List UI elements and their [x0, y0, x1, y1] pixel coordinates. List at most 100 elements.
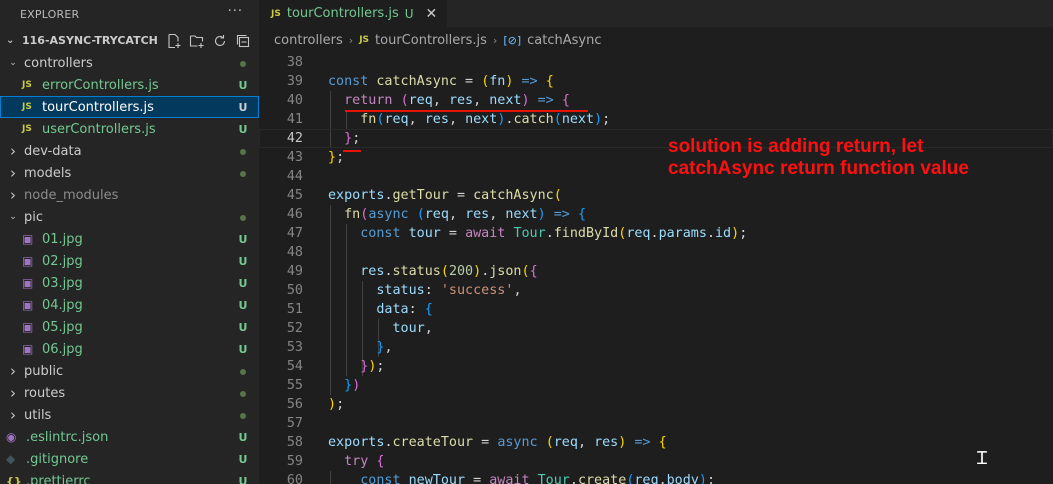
collapse-all-icon[interactable] [235, 33, 251, 49]
code-token: , [473, 93, 490, 108]
line-number: 57 [286, 416, 303, 431]
code-token: 200 [448, 264, 474, 279]
item-label: 01.jpg [42, 231, 83, 247]
code-line[interactable]: 50 status: 'success', [259, 281, 1053, 300]
code-token: fn [489, 74, 506, 89]
folder-item[interactable]: › routes [0, 382, 259, 404]
code-line[interactable]: 58 exports.createTour = async (req, res) … [259, 433, 1053, 452]
code-token: catchAsync [376, 74, 457, 89]
chevron-right-icon: › [492, 33, 498, 47]
code-token: tour [392, 321, 425, 336]
code-line[interactable]: 59 try { [259, 452, 1053, 471]
code-line[interactable]: 55 }) [259, 376, 1053, 395]
chevron-right-icon[interactable]: › [6, 384, 20, 402]
code-token: status [376, 283, 425, 298]
code-line[interactable]: 48 [259, 243, 1053, 262]
modified-dot-icon [233, 210, 253, 225]
folder-item[interactable]: ⌄ pic [0, 206, 259, 228]
code-token: . [658, 473, 667, 484]
code-line[interactable]: 60 const newTour = await Tour.create(req… [259, 471, 1053, 484]
item-label: dev-data [24, 143, 82, 159]
file-item[interactable]: ◆ .gitignore U [0, 448, 259, 470]
item-label: .gitignore [26, 451, 89, 467]
breadcrumb-symbol[interactable]: catchAsync [527, 33, 601, 48]
chevron-down-icon[interactable]: ⌄ [6, 212, 20, 222]
folder-item[interactable]: ⌄ controllers [0, 52, 259, 74]
folder-item[interactable]: › node_modules [0, 184, 259, 206]
code-token: = [457, 74, 482, 89]
chevron-right-icon[interactable]: › [6, 164, 20, 182]
chevron-right-icon[interactable]: › [6, 362, 20, 380]
code-token: const [360, 226, 401, 241]
chevron-right-icon[interactable]: › [6, 406, 20, 424]
code-line[interactable]: 38 [259, 53, 1053, 72]
file-item[interactable]: JS tourControllers.js U [0, 96, 259, 118]
file-item[interactable]: ▣ 06.jpg U [0, 338, 259, 360]
project-section-header[interactable]: ⌄ 116-ASYNC-TRYCATCH [0, 28, 259, 53]
code-line[interactable]: 54 }); [259, 357, 1053, 376]
new-folder-icon[interactable] [189, 33, 205, 49]
more-actions-icon[interactable]: ··· [228, 4, 243, 19]
code-line[interactable]: 40 return (req, res, next) => { [259, 91, 1053, 110]
breadcrumb-file[interactable]: tourControllers.js [375, 33, 487, 48]
code-editor[interactable]: 38 39 const catchAsync = (fn) => {40 retur… [259, 53, 1053, 484]
file-item[interactable]: ▣ 04.jpg U [0, 294, 259, 316]
code-token: ) [698, 473, 707, 484]
item-label: 03.jpg [42, 275, 83, 291]
code-line[interactable]: 45 exports.getTour = catchAsync( [259, 186, 1053, 205]
code-token: ( [440, 264, 449, 279]
breadcrumb-folder[interactable]: controllers [274, 33, 343, 48]
file-item[interactable]: JS errorControllers.js U [0, 74, 259, 96]
code-token: { [529, 264, 538, 279]
code-line[interactable]: 39 const catchAsync = (fn) => { [259, 72, 1053, 91]
tab-bar: JS tourControllers.js U ✕ [259, 0, 1053, 27]
js-file-icon: JS [22, 124, 32, 134]
file-item[interactable]: ▣ 01.jpg U [0, 228, 259, 250]
code-line[interactable]: 57 [259, 414, 1053, 433]
code-text: const catchAsync = (fn) => { [328, 74, 554, 89]
code-line[interactable]: 53 }, [259, 338, 1053, 357]
chevron-right-icon[interactable]: › [6, 186, 20, 204]
code-line[interactable]: 52 tour, [259, 319, 1053, 338]
file-item[interactable]: ▣ 05.jpg U [0, 316, 259, 338]
red-underline-return [345, 110, 588, 112]
code-token: : [424, 283, 441, 298]
new-file-icon[interactable] [166, 33, 182, 49]
image-file-icon: ▣ [22, 232, 34, 246]
code-line[interactable]: 51 data: { [259, 300, 1053, 319]
line-number: 47 [286, 226, 303, 241]
folder-item[interactable]: › models [0, 162, 259, 184]
line-number: 54 [286, 359, 303, 374]
file-item[interactable]: ◉ .eslintrc.json U [0, 426, 259, 448]
modified-dot-icon [233, 166, 253, 181]
code-line[interactable]: 46 fn(async (req, res, next) => { [259, 205, 1053, 224]
file-item[interactable]: ▣ 03.jpg U [0, 272, 259, 294]
code-line[interactable]: 47 const tour = await Tour.findById(req.… [259, 224, 1053, 243]
code-text: data: { [328, 302, 432, 317]
folder-item[interactable]: › public [0, 360, 259, 382]
file-item[interactable]: {} .prettierrc U [0, 470, 259, 484]
file-item[interactable]: ▣ 02.jpg U [0, 250, 259, 272]
code-token: ; [376, 359, 385, 374]
close-icon[interactable]: ✕ [426, 6, 438, 22]
folder-item[interactable]: › dev-data [0, 140, 259, 162]
code-token: catchAsync [473, 188, 554, 203]
item-label: 02.jpg [42, 253, 83, 269]
file-item[interactable]: JS userControllers.js U [0, 118, 259, 140]
refresh-icon[interactable] [212, 33, 228, 49]
code-line[interactable]: 41 fn(req, res, next).catch(next); [259, 110, 1053, 129]
code-text: exports.getTour = catchAsync( [328, 188, 562, 203]
code-line[interactable]: 56); [259, 395, 1053, 414]
chevron-right-icon[interactable]: › [6, 142, 20, 160]
annotation-line-1: solution is adding return, let [668, 136, 924, 157]
tab-tourcontrollers[interactable]: JS tourControllers.js U ✕ [259, 0, 448, 27]
code-token: , [424, 321, 433, 336]
image-file-icon: ▣ [22, 342, 34, 356]
code-token: tour [408, 226, 441, 241]
code-line[interactable]: 49 res.status(200).json({ [259, 262, 1053, 281]
chevron-down-icon[interactable]: ⌄ [6, 58, 20, 68]
chevron-down-icon[interactable]: ⌄ [6, 35, 22, 46]
folder-item[interactable]: › utils [0, 404, 259, 426]
untracked-badge: U [238, 474, 248, 484]
